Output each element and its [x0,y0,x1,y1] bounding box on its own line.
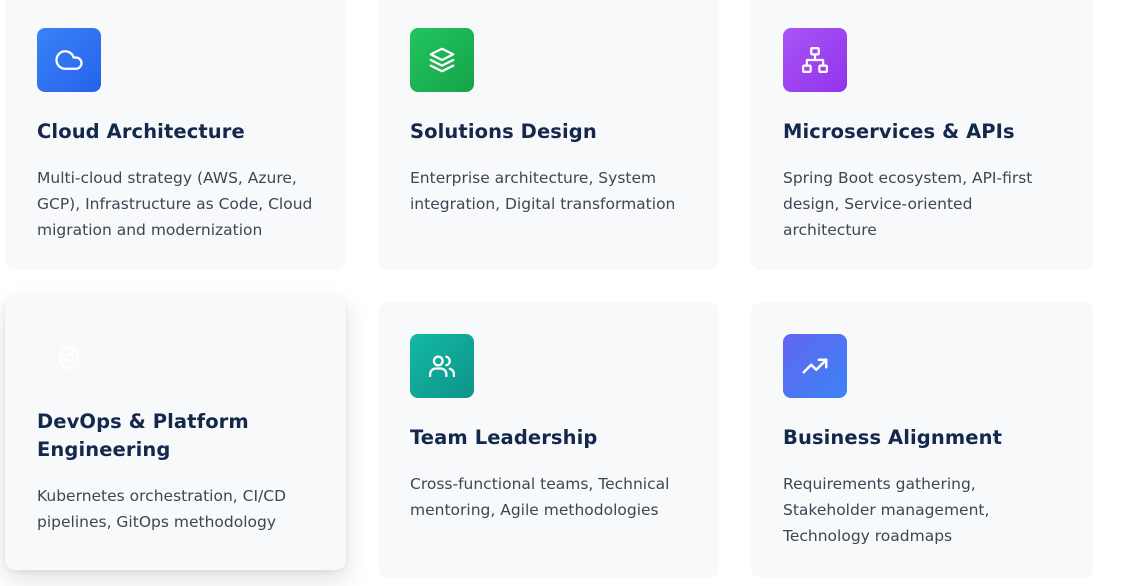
users-icon [429,355,455,378]
card-description: Requirements gathering, Stakeholder mana… [783,475,990,545]
card-devops-platform-engineering[interactable]: DevOps & Platform Engineering Kubernetes… [5,296,346,570]
network-icon [802,47,828,73]
layers-icon [429,47,455,73]
card-description: Multi-cloud strategy (AWS, Azure, GCP), … [37,169,313,239]
card-description: Cross-functional teams, Technical mentor… [410,475,670,519]
card-team-leadership: Team Leadership Cross-functional teams, … [378,302,719,578]
cloud-icon [55,50,83,70]
card-business-alignment: Business Alignment Requirements gatherin… [751,302,1093,578]
card-description: Spring Boot ecosystem, API-first design,… [783,169,1033,239]
cloud-icon-box [37,28,101,92]
card-solutions-design: Solutions Design Enterprise architecture… [378,0,719,270]
network-icon-box [783,28,847,92]
card-title: Microservices & APIs [783,120,1015,143]
gear-icon [58,345,80,371]
gear-icon-box [37,326,101,390]
card-title: Cloud Architecture [37,120,245,143]
layers-icon-box [410,28,474,92]
card-description: Enterprise architecture, System integrat… [410,169,676,213]
trending-up-icon-box [783,334,847,398]
users-icon-box [410,334,474,398]
card-title: Business Alignment [783,426,1002,449]
trending-up-icon [802,358,828,374]
card-description: Kubernetes orchestration, CI/CD pipeline… [37,487,287,531]
card-title: Solutions Design [410,120,597,143]
card-microservices-apis: Microservices & APIs Spring Boot ecosyst… [751,0,1093,270]
card-title: DevOps & Platform Engineering [37,410,249,461]
card-title: Team Leadership [410,426,598,449]
card-cloud-architecture: Cloud Architecture Multi-cloud strategy … [5,0,346,270]
